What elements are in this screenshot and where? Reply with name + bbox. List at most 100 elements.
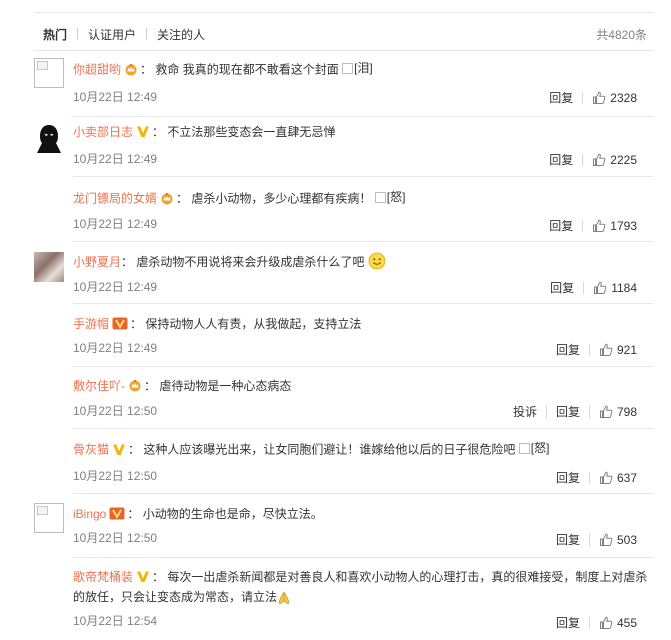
like-count: 455 — [616, 615, 637, 630]
thumbs-up-icon — [594, 281, 607, 294]
comment-time: 10月22日 12:50 — [73, 404, 158, 418]
thumbs-up-icon — [599, 343, 613, 356]
verified-yellow-icon — [137, 571, 150, 582]
avatar[interactable] — [34, 123, 64, 153]
header-divider — [34, 50, 653, 51]
verified-yellow-icon — [113, 444, 126, 455]
comment-text-continued: 的放任，只会让变态成为常态，请立法 — [73, 590, 278, 604]
username[interactable]: 骨灰猫 — [73, 443, 109, 457]
action-separator — [582, 91, 584, 104]
comment-divider — [73, 557, 653, 558]
smile-emoji-icon — [368, 252, 386, 270]
like-count: 1793 — [610, 218, 637, 233]
comment-divider — [73, 116, 653, 117]
top-divider — [34, 12, 653, 13]
tears-emoticon: [泪] — [342, 59, 373, 77]
pray-emoji-icon — [278, 591, 290, 605]
thumbs-up-icon — [593, 91, 606, 104]
comment-divider — [73, 428, 653, 429]
angry-emoticon: [怒] — [518, 439, 549, 457]
comment-text: 虐杀动物不用说将来会升级成虐杀什么了吧 — [136, 255, 365, 269]
like-button[interactable]: 455 — [599, 616, 637, 630]
like-button[interactable]: 637 — [599, 471, 637, 485]
vip-red-icon — [109, 507, 125, 520]
reply-button[interactable]: 回复 — [556, 403, 580, 420]
reply-button[interactable]: 回复 — [550, 279, 574, 296]
username[interactable]: iBingo — [73, 507, 106, 521]
action-separator — [582, 153, 584, 166]
comment-divider — [73, 493, 653, 494]
comment-text: 这种人应该曝光出来，让女同胞们避让！谁嫁给他以后的日子很危险吧 — [143, 442, 516, 457]
like-button[interactable]: 2225 — [592, 153, 637, 167]
comment-time: 10月22日 12:49 — [73, 341, 158, 355]
comment-time: 10月22日 12:54 — [73, 614, 158, 628]
username[interactable]: 龙门镖局的女婿 — [73, 192, 157, 206]
crown-icon — [129, 379, 141, 392]
comment-time: 10月22日 12:49 — [73, 217, 158, 231]
thumbs-up-icon — [593, 153, 606, 166]
avatar[interactable] — [34, 58, 64, 88]
action-separator — [583, 281, 585, 294]
hooded-figure-icon — [37, 125, 61, 153]
like-button[interactable]: 1793 — [592, 219, 637, 233]
tab-separator — [146, 28, 147, 39]
avatar[interactable] — [34, 503, 64, 533]
comment-divider — [73, 241, 653, 242]
tab-separator — [77, 28, 78, 39]
username[interactable]: 手游帽 — [73, 317, 109, 331]
like-count: 798 — [616, 404, 637, 419]
like-button[interactable]: 1184 — [593, 281, 637, 295]
angry-emoticon: [怒] — [374, 188, 405, 206]
reply-button[interactable]: 回复 — [556, 341, 580, 358]
like-button[interactable]: 798 — [599, 405, 637, 419]
username[interactable]: 敷尔佳吖- — [73, 379, 125, 393]
like-count: 921 — [616, 342, 637, 357]
comment-time: 10月22日 12:50 — [73, 531, 158, 545]
comment-text: 虐待动物是一种心态病态 — [159, 379, 292, 393]
reply-button[interactable]: 回复 — [556, 469, 580, 486]
reply-button[interactable]: 回复 — [556, 531, 580, 548]
like-button[interactable]: 503 — [599, 533, 637, 547]
thumbs-up-icon — [593, 219, 606, 232]
like-count: 2328 — [610, 90, 637, 105]
thumbs-up-icon — [599, 405, 613, 418]
reply-button[interactable]: 回复 — [549, 89, 573, 106]
comment-text: 每次一出虐杀新闻都是对善良人和喜欢小动物人的心理打击，真的很难接受，制度上对虐杀 — [167, 570, 648, 584]
comment-text: 保持动物人人有责，从我做起，支持立法 — [145, 317, 362, 331]
verified-yellow-icon — [137, 126, 150, 137]
reply-button[interactable]: 回复 — [549, 151, 573, 168]
comment-text: 救命 我真的现在都不敢看这个封面 — [155, 62, 339, 77]
username[interactable]: 你超甜哟 — [73, 63, 121, 77]
like-count: 2225 — [610, 152, 637, 167]
username[interactable]: 歌帝梵桶装 — [73, 570, 133, 584]
thumbs-up-icon — [599, 471, 613, 484]
like-count: 1184 — [611, 280, 637, 295]
comment-text: 小动物的生命也是命，尽快立法。 — [142, 507, 323, 521]
tab-verified-users[interactable]: 认证用户 — [88, 26, 136, 43]
username[interactable]: 小卖部日志 — [73, 125, 133, 139]
avatar[interactable] — [34, 252, 64, 282]
crown-icon — [125, 63, 137, 75]
thumbs-up-icon — [599, 616, 613, 629]
tab-following[interactable]: 关注的人 — [157, 26, 205, 43]
comment-text: 虐杀小动物，多少心理都有疾病！ — [191, 191, 372, 206]
reply-button[interactable]: 回复 — [549, 217, 573, 234]
thumbs-up-icon — [599, 533, 613, 546]
action-separator — [545, 405, 547, 418]
comment-time: 10月22日 12:49 — [73, 90, 158, 104]
like-button[interactable]: 921 — [599, 343, 637, 357]
action-separator — [582, 219, 584, 232]
action-separator — [588, 616, 590, 629]
comment-total-count: 共4820条 — [596, 28, 647, 42]
reply-button[interactable]: 回复 — [556, 614, 580, 631]
crown-icon — [161, 192, 173, 204]
report-button[interactable]: 投诉 — [513, 403, 537, 420]
username[interactable]: 小野夏月 — [73, 255, 121, 269]
action-separator — [588, 405, 590, 418]
comment-divider — [73, 303, 653, 304]
like-button[interactable]: 2328 — [592, 91, 637, 105]
comment-divider — [73, 366, 653, 367]
action-separator — [588, 533, 590, 546]
tab-hot[interactable]: 热门 — [43, 26, 67, 43]
action-separator — [588, 471, 590, 484]
